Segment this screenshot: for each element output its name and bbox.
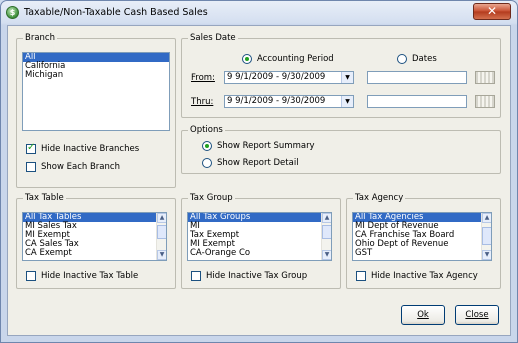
arrow-up-icon[interactable]: ▲ bbox=[157, 213, 166, 223]
tax-group-group: Tax Group All Tax Groups MI Tax Exempt M… bbox=[181, 193, 341, 289]
checkbox-box[interactable] bbox=[356, 271, 366, 281]
checkbox-label: Show Each Branch bbox=[41, 162, 120, 172]
tax-table-listbox[interactable]: All Tax Tables MI Sales Tax MI Exempt CA… bbox=[22, 212, 167, 261]
list-item[interactable]: CA Exempt bbox=[23, 249, 166, 258]
checkbox-box[interactable] bbox=[26, 162, 36, 172]
title-bar: $ Taxable/Non-Taxable Cash Based Sales ✕ bbox=[1, 1, 517, 25]
window-close-button[interactable]: ✕ bbox=[473, 3, 511, 20]
scroll-thumb[interactable] bbox=[482, 227, 491, 245]
from-period-select[interactable]: 9 9/1/2009 - 9/30/2009 ▼ bbox=[224, 71, 354, 84]
window-title: Taxable/Non-Taxable Cash Based Sales bbox=[24, 7, 208, 18]
checkbox-box[interactable] bbox=[191, 271, 201, 281]
app-icon: $ bbox=[6, 6, 19, 19]
dialog-window: $ Taxable/Non-Taxable Cash Based Sales ✕… bbox=[0, 0, 518, 343]
branch-group: Branch All California Michigan Hide Inac… bbox=[16, 33, 176, 188]
options-group: Options Show Report Summary Show Report … bbox=[181, 125, 501, 174]
branch-legend: Branch bbox=[23, 33, 57, 43]
tax-agency-listbox[interactable]: All Tax Agencies MI Dept of Revenue CA F… bbox=[352, 212, 492, 261]
hide-inactive-tax-group-checkbox[interactable]: Hide Inactive Tax Group bbox=[191, 271, 307, 281]
chevron-down-icon[interactable]: ▼ bbox=[341, 72, 353, 83]
scroll-thumb[interactable] bbox=[157, 225, 166, 239]
calendar-icon[interactable] bbox=[475, 95, 495, 108]
sales-date-legend: Sales Date bbox=[188, 33, 238, 43]
sales-date-group: Sales Date Accounting Period Dates From:… bbox=[181, 33, 501, 118]
hide-inactive-tax-agency-checkbox[interactable]: Hide Inactive Tax Agency bbox=[356, 271, 478, 281]
dialog-client-area: Branch All California Michigan Hide Inac… bbox=[7, 25, 511, 336]
vertical-scrollbar[interactable]: ▲ ▼ bbox=[321, 213, 331, 260]
branch-listbox[interactable]: All California Michigan bbox=[22, 52, 170, 131]
thru-label: Thru: bbox=[191, 97, 214, 107]
calendar-icon[interactable] bbox=[475, 71, 495, 84]
tax-group-listbox[interactable]: All Tax Groups MI Tax Exempt MI Exempt C… bbox=[187, 212, 332, 261]
arrow-down-icon[interactable]: ▼ bbox=[322, 250, 331, 260]
scroll-thumb[interactable] bbox=[322, 225, 331, 239]
vertical-scrollbar[interactable]: ▲ ▼ bbox=[481, 213, 491, 260]
from-label: From: bbox=[191, 73, 215, 83]
arrow-down-icon[interactable]: ▼ bbox=[482, 250, 491, 260]
thru-period-select[interactable]: 9 9/1/2009 - 9/30/2009 ▼ bbox=[224, 95, 354, 108]
checkbox-box[interactable] bbox=[26, 142, 36, 154]
list-item[interactable]: CA-Orange Co bbox=[188, 249, 331, 258]
options-legend: Options bbox=[188, 125, 225, 135]
vertical-scrollbar[interactable]: ▲ ▼ bbox=[156, 213, 166, 260]
ok-button[interactable]: Ok bbox=[401, 305, 445, 325]
checkbox-box[interactable] bbox=[26, 271, 36, 281]
arrow-up-icon[interactable]: ▲ bbox=[322, 213, 331, 223]
checkbox-label: Hide Inactive Branches bbox=[41, 144, 140, 154]
arrow-up-icon[interactable]: ▲ bbox=[482, 213, 491, 223]
thru-date-input[interactable] bbox=[367, 95, 467, 108]
show-each-branch-checkbox[interactable]: Show Each Branch bbox=[26, 162, 120, 172]
show-report-detail-radio[interactable]: Show Report Detail bbox=[202, 158, 299, 168]
dates-radio[interactable]: Dates bbox=[397, 54, 437, 64]
list-item[interactable]: Ohio Dept of Revenue bbox=[353, 240, 491, 249]
hide-inactive-tax-table-checkbox[interactable]: Hide Inactive Tax Table bbox=[26, 271, 138, 281]
from-date-input[interactable] bbox=[367, 71, 467, 84]
tax-table-legend: Tax Table bbox=[23, 193, 66, 203]
tax-table-group: Tax Table All Tax Tables MI Sales Tax MI… bbox=[16, 193, 176, 289]
list-item[interactable]: All Tax Groups bbox=[188, 213, 331, 222]
tax-group-legend: Tax Group bbox=[188, 193, 235, 203]
list-item[interactable]: GST bbox=[353, 249, 491, 258]
radio-dot[interactable] bbox=[242, 54, 252, 64]
radio-dot[interactable] bbox=[202, 158, 212, 168]
radio-dot[interactable] bbox=[202, 141, 212, 151]
tax-agency-group: Tax Agency All Tax Agencies MI Dept of R… bbox=[346, 193, 501, 289]
close-button[interactable]: Close bbox=[455, 305, 499, 325]
tax-agency-legend: Tax Agency bbox=[353, 193, 406, 203]
accounting-period-radio[interactable]: Accounting Period bbox=[242, 54, 334, 64]
show-report-summary-radio[interactable]: Show Report Summary bbox=[202, 141, 315, 151]
arrow-down-icon[interactable]: ▼ bbox=[157, 250, 166, 260]
radio-dot[interactable] bbox=[397, 54, 407, 64]
list-item[interactable]: Michigan bbox=[23, 71, 169, 80]
hide-inactive-branches-checkbox[interactable]: Hide Inactive Branches bbox=[26, 142, 140, 154]
chevron-down-icon[interactable]: ▼ bbox=[341, 96, 353, 107]
